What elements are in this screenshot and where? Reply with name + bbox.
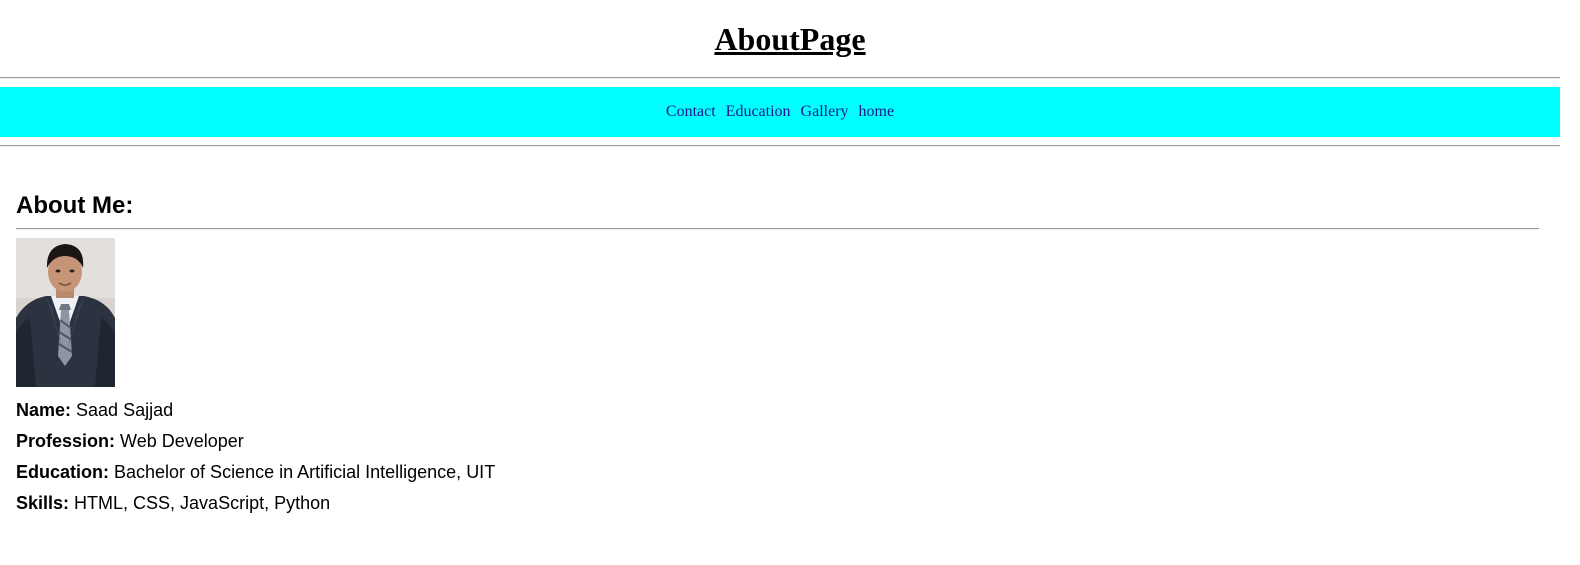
detail-skills-key: Skills:	[16, 493, 70, 513]
about-heading: About Me:	[16, 192, 134, 219]
detail-profession-value: Web Developer	[115, 431, 244, 451]
nav-link-gallery[interactable]: Gallery	[801, 103, 849, 121]
detail-skills: Skills: HTML, CSS, JavaScript, Python	[16, 488, 1539, 519]
detail-profession: Profession: Web Developer	[16, 426, 1539, 457]
header-divider	[0, 77, 1560, 79]
nav-link-education[interactable]: Education	[726, 103, 791, 121]
page-header: AboutPage	[0, 0, 1580, 76]
nav-link-home[interactable]: home	[859, 103, 895, 121]
about-section: About Me: Name: Saad Sajjad Profession: …	[16, 186, 1539, 519]
detail-profession-key: Profession:	[16, 431, 116, 451]
page-title: AboutPage	[714, 21, 866, 57]
about-divider	[16, 228, 1539, 230]
detail-education-value: Bachelor of Science in Artificial Intell…	[109, 462, 496, 482]
detail-education: Education: Bachelor of Science in Artifi…	[16, 457, 1539, 488]
detail-education-key: Education:	[16, 462, 109, 482]
detail-name: Name: Saad Sajjad	[16, 395, 1539, 426]
profile-photo-icon	[16, 238, 115, 387]
profile-details: Name: Saad Sajjad Profession: Web Develo…	[16, 395, 1539, 519]
nav-divider	[0, 145, 1560, 147]
detail-skills-value: HTML, CSS, JavaScript, Python	[69, 493, 331, 513]
detail-name-value: Saad Sajjad	[71, 400, 174, 420]
nav-bar: Contact Education Gallery home	[0, 87, 1560, 137]
detail-name-key: Name:	[16, 400, 72, 420]
nav-link-contact[interactable]: Contact	[666, 103, 716, 121]
